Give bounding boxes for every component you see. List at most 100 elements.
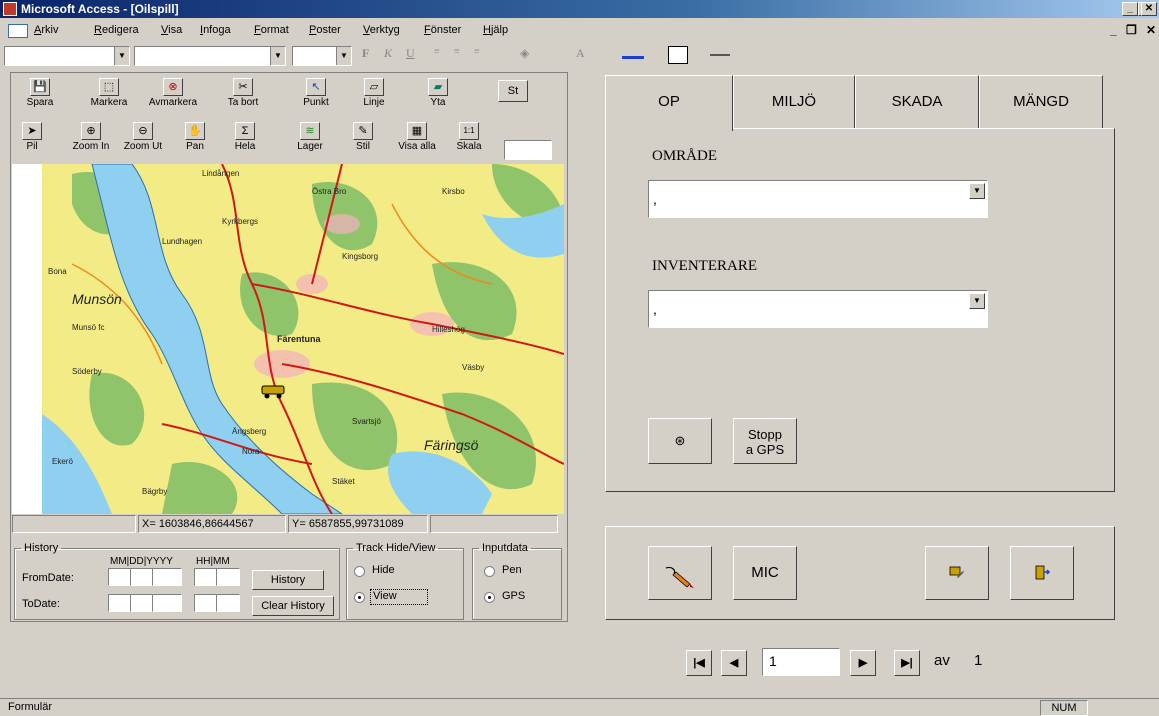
style-button[interactable]: ✎ Stil [348,122,378,152]
record-total: 1 [974,652,983,669]
italic-icon[interactable]: K [384,46,392,61]
layers-button[interactable]: ≋ Lager [292,122,328,152]
start-gps-button[interactable]: ⊛ [648,418,712,464]
to-hour-input[interactable] [194,594,218,612]
deselect-tool-button[interactable]: ⊗ Avmarkera [142,78,204,108]
underline-icon[interactable]: U [406,46,415,61]
gps-radio[interactable] [484,592,495,603]
zoom-in-icon: ⊕ [81,122,101,140]
tab-skada[interactable]: SKADA [855,75,979,129]
place-label: Bona [48,267,67,276]
chevron-down-icon[interactable]: ▼ [969,293,985,309]
draw-button[interactable] [648,546,712,600]
align-center-icon[interactable]: ≡ [454,46,460,57]
layers-icon: ≋ [300,122,320,140]
edit-record-button[interactable] [925,546,989,600]
title-bar: Microsoft Access - [Oilspill] _ ❐ [0,0,1159,18]
to-minute-input[interactable] [216,594,240,612]
line-tool-button[interactable]: ▱ Linje [352,78,396,108]
to-day-input[interactable] [130,594,154,612]
prev-record-button[interactable]: ◀ [721,650,747,676]
inventerare-combo[interactable]: , ▼ [648,290,988,328]
delete-tool-button[interactable]: ✂ Ta bort [220,78,266,108]
tab-op[interactable]: OP [605,75,733,131]
from-month-input[interactable] [108,568,132,586]
next-record-button[interactable]: ▶ [850,650,876,676]
gps-icon: ⊛ [674,433,686,448]
line-width-icon[interactable] [710,54,730,56]
point-tool-button[interactable]: ↖ Punkt [294,78,338,108]
border-icon[interactable] [668,46,688,64]
stop-gps-button[interactable]: Stopp a GPS [733,418,797,464]
scale-input[interactable] [504,140,552,160]
form-icon[interactable] [8,24,28,38]
sigma-icon: Σ [235,122,255,140]
scale-button[interactable]: 1:1 Skala [450,122,488,152]
record-number-input[interactable]: 1 [762,648,840,676]
from-day-input[interactable] [130,568,154,586]
hand-icon: ✋ [185,122,205,140]
select-tool-button[interactable]: ⬚ Markera [86,78,132,108]
full-extent-button[interactable]: Σ Hela [230,122,260,152]
object-combo[interactable]: ▼ [4,46,130,66]
fill-color-icon[interactable]: ◈ [520,46,529,61]
close-button[interactable]: ✕ [1141,2,1157,16]
omrade-combo[interactable]: , ▼ [648,180,988,218]
from-hour-input[interactable] [194,568,218,586]
hide-radio[interactable] [354,566,365,577]
pan-button[interactable]: ✋ Pan [180,122,210,152]
chevron-down-icon[interactable]: ▼ [969,183,985,199]
menu-arkiv[interactable]: Arkiv [34,19,58,41]
next-record-icon: ▶ [858,657,868,669]
mdi-minimize-button[interactable]: _ [1110,19,1117,41]
pen-radio[interactable] [484,566,495,577]
menu-fonster[interactable]: Fönster [424,19,461,41]
font-color-icon[interactable]: A [576,46,585,61]
exit-button[interactable] [1010,546,1074,600]
place-label: Kirsbo [442,187,465,196]
zoom-in-button[interactable]: ⊕ Zoom In [66,122,116,152]
align-left-icon[interactable]: ≡ [434,46,440,57]
menu-hjalp[interactable]: Hjälp [483,19,508,41]
mic-button[interactable]: MIC [733,546,797,600]
clear-history-button[interactable]: Clear History [252,596,334,616]
to-year-input[interactable] [152,594,182,612]
view-radio[interactable] [354,592,365,603]
tab-mangd[interactable]: MÄNGD [979,75,1103,129]
save-tool-button[interactable]: 💾 Spara [22,78,58,108]
bold-icon[interactable]: F [362,46,369,61]
st-button[interactable]: St [498,80,528,102]
font-combo[interactable]: ▼ [134,46,286,66]
menu-verktyg[interactable]: Verktyg [363,19,400,41]
last-record-button[interactable]: ▶| [894,650,920,676]
from-year-input[interactable] [152,568,182,586]
align-right-icon[interactable]: ≡ [474,46,480,57]
from-minute-input[interactable] [216,568,240,586]
place-label: Hilleshög [432,325,465,334]
fontsize-combo[interactable]: ▼ [292,46,352,66]
menu-format[interactable]: Format [254,19,289,41]
first-record-button[interactable]: |◀ [686,650,712,676]
map-canvas: Lindången Östra Bro Kirsbo Kyrkbergs Kin… [42,164,564,514]
zoom-out-button[interactable]: ⊖ Zoom Ut [118,122,168,152]
line-color-icon[interactable] [622,49,644,59]
tab-miljo[interactable]: MILJÖ [733,75,855,129]
menu-poster[interactable]: Poster [309,19,341,41]
date-format-label: MM|DD|YYYY [110,556,173,567]
to-month-input[interactable] [108,594,132,612]
place-label: Söderby [72,367,102,376]
mdi-close-button[interactable]: ✕ [1146,19,1156,41]
menu-visa[interactable]: Visa [161,19,182,41]
mdi-restore-button[interactable]: ❐ [1126,19,1137,41]
menu-infoga[interactable]: Infoga [200,19,231,41]
show-all-button[interactable]: ▦ Visa alla [392,122,442,152]
pointer-tool-button[interactable]: ➤ Pil [18,122,46,152]
access-app-icon[interactable] [3,2,17,16]
coordinate-bar: X= 1603846,86644567 Y= 6587855,99731089 [12,515,558,533]
minimize-button[interactable]: _ [1122,2,1138,16]
menu-redigera[interactable]: Redigera [94,19,139,41]
record-of-label: av [934,652,950,669]
map-view[interactable]: Lindången Östra Bro Kirsbo Kyrkbergs Kin… [12,164,564,514]
area-tool-button[interactable]: ▰ Yta [416,78,460,108]
history-button[interactable]: History [252,570,324,590]
